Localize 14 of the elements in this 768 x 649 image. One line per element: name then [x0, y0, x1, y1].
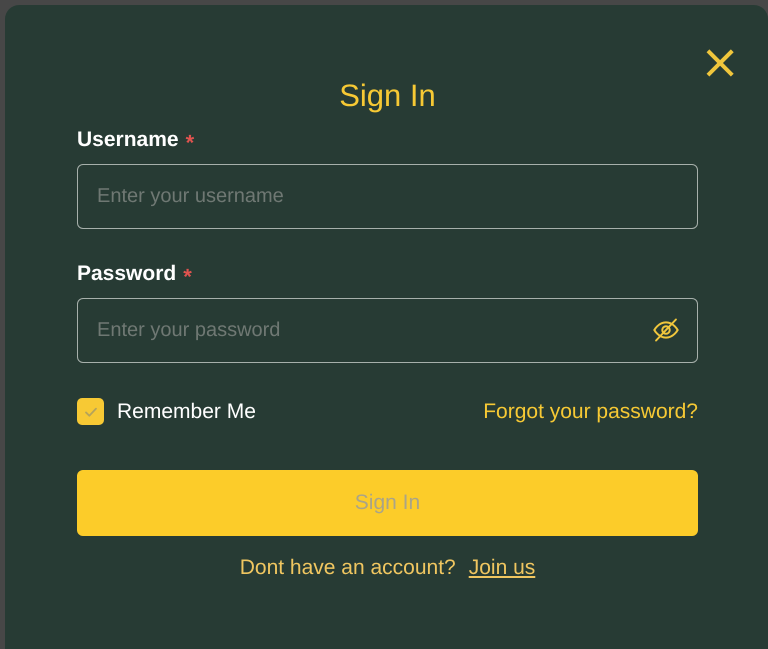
close-button[interactable]: ×	[700, 43, 736, 81]
checkbox-label: Remember Me	[117, 400, 256, 424]
checkbox[interactable]	[77, 398, 104, 425]
required-mark: *	[186, 129, 194, 155]
username-field[interactable]: Enter your username	[77, 164, 698, 229]
required-mark: *	[183, 263, 192, 289]
eye-slash-icon[interactable]	[652, 316, 680, 344]
password-field[interactable]: Enter your password	[77, 298, 698, 363]
dialog-title: Sign In	[339, 79, 436, 113]
join-link[interactable]: Join us	[468, 556, 536, 580]
footer-text: Dont have an account?	[240, 556, 456, 580]
field-label: Password	[77, 261, 176, 287]
field-label: Username	[77, 127, 179, 153]
forgot-password-link[interactable]: Forgot your password?	[483, 400, 698, 424]
